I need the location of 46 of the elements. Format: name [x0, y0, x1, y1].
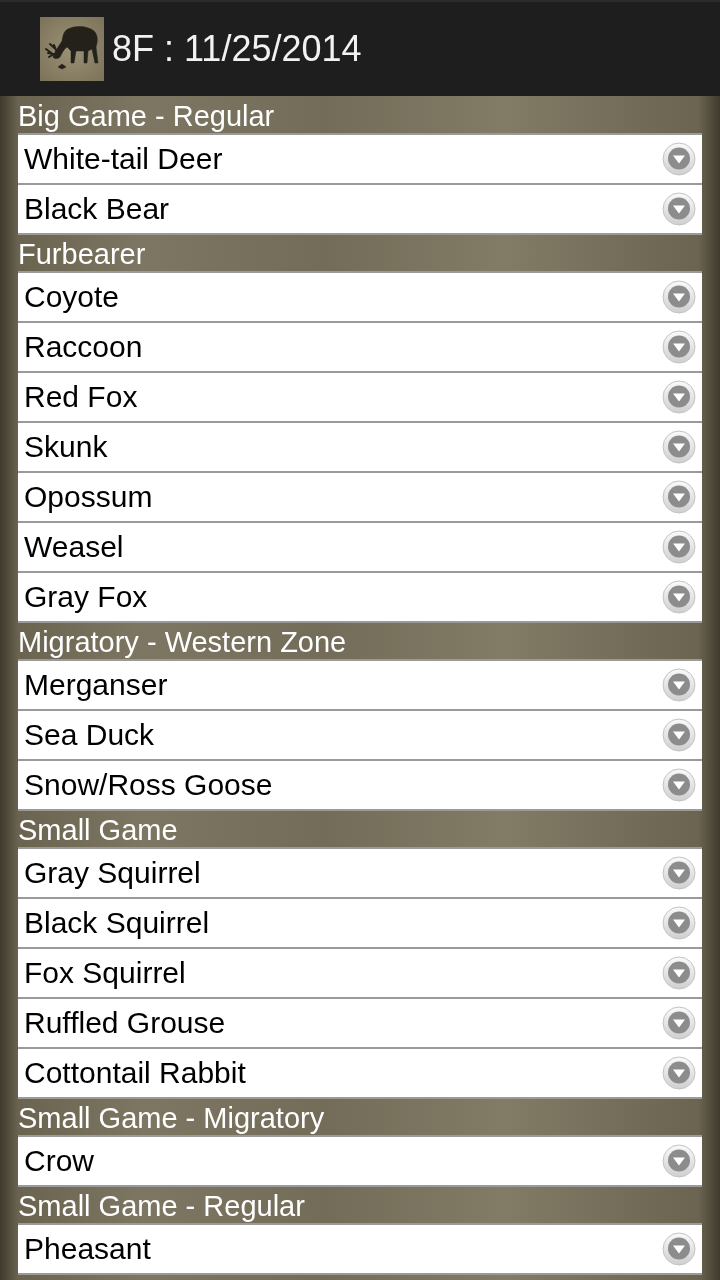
- section-header: Small Game: [17, 813, 179, 847]
- species-dropdown[interactable]: Skunk: [18, 423, 702, 473]
- caret-down-icon: [662, 718, 696, 752]
- section-header: Small Game - Migratory: [17, 1101, 326, 1135]
- section-header: Small Game - Regular: [17, 1189, 306, 1223]
- caret-down-icon: [662, 956, 696, 990]
- section-header: Big Game - Regular: [17, 99, 276, 133]
- species-dropdown[interactable]: Black Bear: [18, 185, 702, 235]
- caret-down-icon: [662, 530, 696, 564]
- caret-down-icon: [662, 330, 696, 364]
- caret-down-icon: [662, 768, 696, 802]
- species-dropdown[interactable]: Coyote: [18, 273, 702, 323]
- species-dropdown[interactable]: Gray Fox: [18, 573, 702, 623]
- caret-down-icon: [662, 1232, 696, 1266]
- species-dropdown[interactable]: Gray Squirrel: [18, 849, 702, 899]
- species-dropdown[interactable]: White-tail Deer: [18, 135, 702, 185]
- section-header: Furbearer: [17, 237, 147, 271]
- species-dropdown[interactable]: Raccoon: [18, 323, 702, 373]
- caret-down-icon: [662, 856, 696, 890]
- deer-logo-icon: [40, 17, 104, 81]
- species-dropdown[interactable]: Cottontail Rabbit: [18, 1049, 702, 1099]
- caret-down-icon: [662, 380, 696, 414]
- caret-down-icon: [662, 430, 696, 464]
- species-dropdown[interactable]: Sea Duck: [18, 711, 702, 761]
- species-dropdown[interactable]: Opossum: [18, 473, 702, 523]
- caret-down-icon: [662, 480, 696, 514]
- species-dropdown[interactable]: Snow/Ross Goose: [18, 761, 702, 811]
- species-dropdown[interactable]: Pheasant: [18, 1225, 702, 1275]
- caret-down-icon: [662, 142, 696, 176]
- caret-down-icon: [662, 668, 696, 702]
- species-dropdown[interactable]: Red Fox: [18, 373, 702, 423]
- species-dropdown[interactable]: Crow: [18, 1137, 702, 1187]
- species-dropdown[interactable]: Black Squirrel: [18, 899, 702, 949]
- species-dropdown[interactable]: Ruffled Grouse: [18, 999, 702, 1049]
- species-dropdown[interactable]: Fox Squirrel: [18, 949, 702, 999]
- section-header: Migratory - Western Zone: [17, 625, 348, 659]
- species-dropdown[interactable]: Merganser: [18, 661, 702, 711]
- caret-down-icon: [662, 1006, 696, 1040]
- caret-down-icon: [662, 1144, 696, 1178]
- caret-down-icon: [662, 580, 696, 614]
- caret-down-icon: [662, 280, 696, 314]
- caret-down-icon: [662, 1056, 696, 1090]
- species-dropdown[interactable]: Weasel: [18, 523, 702, 573]
- caret-down-icon: [662, 906, 696, 940]
- app-title: 8F : 11/25/2014: [112, 29, 362, 69]
- caret-down-icon: [662, 192, 696, 226]
